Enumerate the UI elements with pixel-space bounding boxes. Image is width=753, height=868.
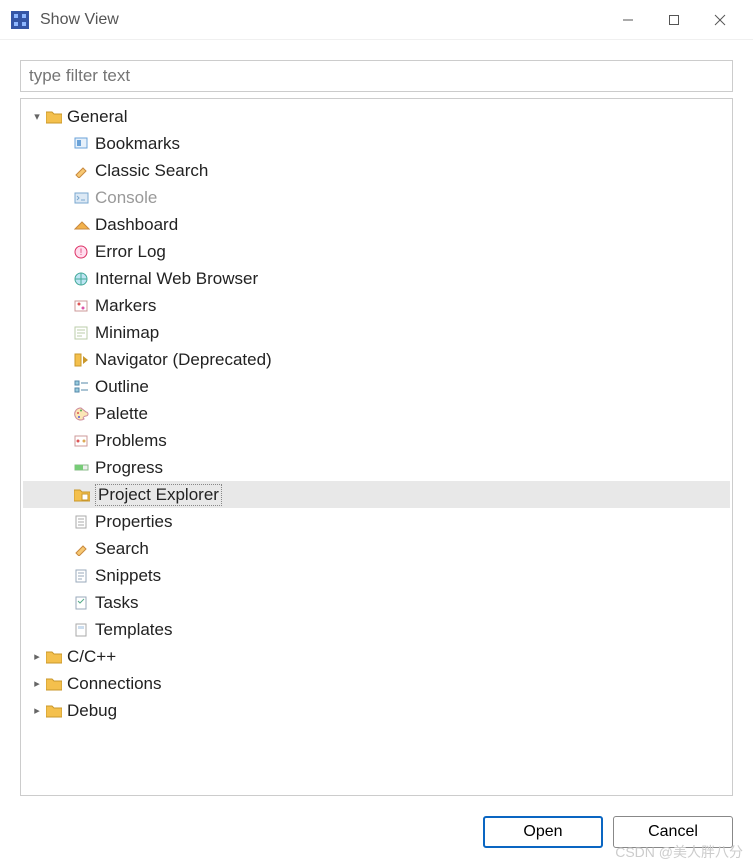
tasks-icon	[73, 594, 91, 612]
error-log-icon: !	[73, 243, 91, 261]
markers-icon	[73, 297, 91, 315]
minimap-icon	[73, 324, 91, 342]
view-tree[interactable]: ▾ General Bookmarks Classic Search Conso…	[20, 98, 733, 796]
dialog-buttons: Open Cancel	[20, 796, 733, 848]
minimize-button[interactable]	[605, 0, 651, 40]
tree-item-dashboard[interactable]: Dashboard	[23, 211, 730, 238]
svg-text:!: !	[80, 247, 83, 257]
tree-item-properties[interactable]: Properties	[23, 508, 730, 535]
templates-icon	[73, 621, 91, 639]
tree-item-label: Palette	[95, 404, 148, 424]
tree-item-minimap[interactable]: Minimap	[23, 319, 730, 346]
tree-folder-general[interactable]: ▾ General	[23, 103, 730, 130]
close-button[interactable]	[697, 0, 743, 40]
tree-item-markers[interactable]: Markers	[23, 292, 730, 319]
tree-item-label: Snippets	[95, 566, 161, 586]
tree-folder-label: C/C++	[67, 647, 116, 667]
problems-icon	[73, 432, 91, 450]
tree-folder-cpp[interactable]: ▸ C/C++	[23, 643, 730, 670]
tree-item-label: Outline	[95, 377, 149, 397]
chevron-right-icon: ▸	[29, 650, 45, 663]
flashlight-icon	[73, 540, 91, 558]
tree-item-project-explorer[interactable]: Project Explorer	[23, 481, 730, 508]
tree-item-tasks[interactable]: Tasks	[23, 589, 730, 616]
tree-item-progress[interactable]: Progress	[23, 454, 730, 481]
folder-icon	[45, 675, 63, 693]
tree-item-navigator[interactable]: Navigator (Deprecated)	[23, 346, 730, 373]
window-title: Show View	[40, 11, 605, 29]
snippets-icon	[73, 567, 91, 585]
tree-folder-label: General	[67, 107, 127, 127]
tree-item-label: Properties	[95, 512, 172, 532]
tree-item-bookmarks[interactable]: Bookmarks	[23, 130, 730, 157]
tree-item-label: Search	[95, 539, 149, 559]
tree-item-label: Classic Search	[95, 161, 208, 181]
cancel-button[interactable]: Cancel	[613, 816, 733, 848]
tree-item-label: Internal Web Browser	[95, 269, 258, 289]
chevron-right-icon: ▸	[29, 704, 45, 717]
navigator-icon	[73, 351, 91, 369]
tree-item-internal-web-browser[interactable]: Internal Web Browser	[23, 265, 730, 292]
tree-item-label: Project Explorer	[95, 484, 222, 506]
tree-item-label: Templates	[95, 620, 172, 640]
tree-item-label: Minimap	[95, 323, 159, 343]
title-bar: Show View	[0, 0, 753, 40]
tree-item-search[interactable]: Search	[23, 535, 730, 562]
app-icon	[10, 10, 30, 30]
tree-folder-debug[interactable]: ▸ Debug	[23, 697, 730, 724]
tree-item-console[interactable]: Console	[23, 184, 730, 211]
bookmarks-icon	[73, 135, 91, 153]
tree-item-label: Tasks	[95, 593, 138, 613]
window-controls	[605, 0, 743, 40]
tree-item-label: Bookmarks	[95, 134, 180, 154]
dashboard-icon	[73, 216, 91, 234]
console-icon	[73, 189, 91, 207]
tree-item-label: Progress	[95, 458, 163, 478]
folder-icon	[45, 108, 63, 126]
tree-item-problems[interactable]: Problems	[23, 427, 730, 454]
maximize-button[interactable]	[651, 0, 697, 40]
palette-icon	[73, 405, 91, 423]
project-explorer-icon	[73, 486, 91, 504]
tree-item-classic-search[interactable]: Classic Search	[23, 157, 730, 184]
tree-item-snippets[interactable]: Snippets	[23, 562, 730, 589]
tree-item-label: Console	[95, 188, 157, 208]
tree-item-label: Problems	[95, 431, 167, 451]
tree-folder-label: Debug	[67, 701, 117, 721]
tree-item-outline[interactable]: Outline	[23, 373, 730, 400]
outline-icon	[73, 378, 91, 396]
chevron-right-icon: ▸	[29, 677, 45, 690]
tree-folder-connections[interactable]: ▸ Connections	[23, 670, 730, 697]
tree-item-label: Navigator (Deprecated)	[95, 350, 272, 370]
tree-item-error-log[interactable]: ! Error Log	[23, 238, 730, 265]
properties-icon	[73, 513, 91, 531]
filter-input[interactable]	[20, 60, 733, 92]
tree-item-palette[interactable]: Palette	[23, 400, 730, 427]
tree-item-label: Error Log	[95, 242, 166, 262]
folder-icon	[45, 648, 63, 666]
open-button[interactable]: Open	[483, 816, 603, 848]
tree-folder-label: Connections	[67, 674, 162, 694]
folder-icon	[45, 702, 63, 720]
tree-item-templates[interactable]: Templates	[23, 616, 730, 643]
progress-icon	[73, 459, 91, 477]
dialog-content: ▾ General Bookmarks Classic Search Conso…	[0, 40, 753, 868]
flashlight-icon	[73, 162, 91, 180]
chevron-down-icon: ▾	[29, 110, 45, 123]
tree-item-label: Markers	[95, 296, 156, 316]
globe-icon	[73, 270, 91, 288]
tree-item-label: Dashboard	[95, 215, 178, 235]
